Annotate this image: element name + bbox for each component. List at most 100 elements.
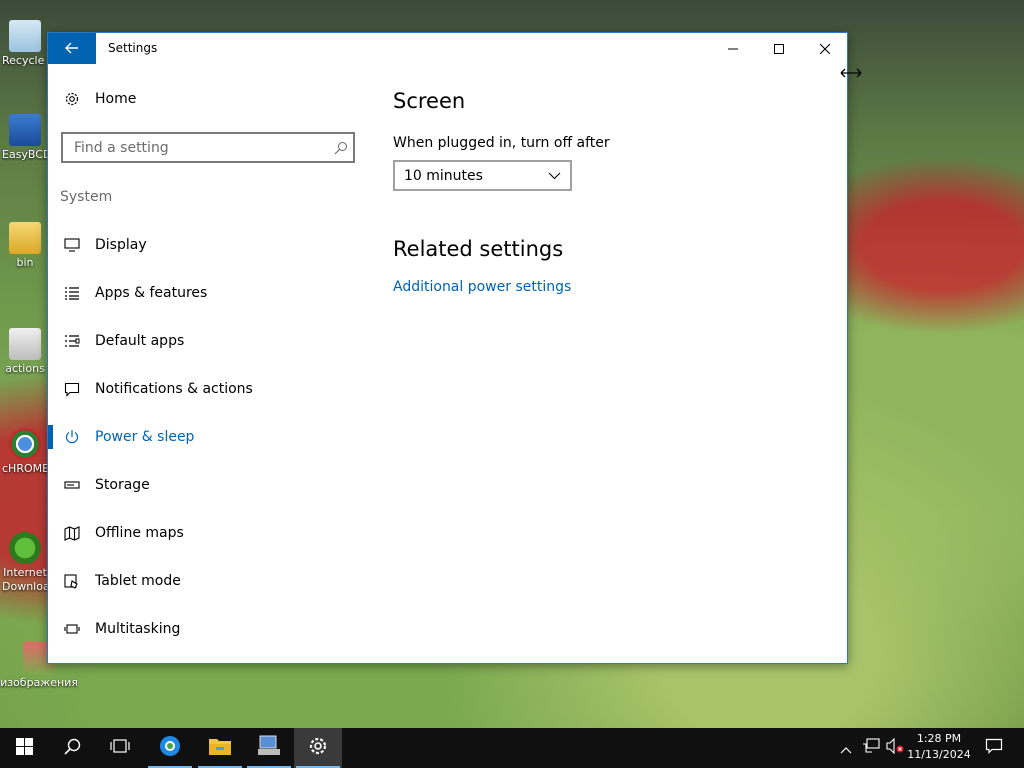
power-icon	[62, 429, 82, 445]
maximize-icon	[774, 39, 784, 58]
sidebar-item-tablet-mode[interactable]: Tablet mode	[48, 557, 368, 605]
home-label: Home	[95, 91, 137, 107]
sidebar-item-multitasking[interactable]: Multitasking	[48, 605, 368, 653]
chrome-icon	[9, 428, 41, 460]
folder-icon	[9, 222, 41, 254]
minimize-button[interactable]	[710, 33, 756, 64]
sidebar-item-label: Storage	[95, 477, 150, 493]
desktop-icon-actions[interactable]: actions	[2, 328, 48, 375]
plugged-in-label: When plugged in, turn off after	[393, 135, 610, 151]
maximize-button[interactable]	[756, 33, 802, 64]
desktop-icon-label: EasyBCD	[2, 148, 48, 161]
network-tray-button[interactable]	[859, 728, 883, 768]
gear-icon	[62, 91, 82, 107]
desktop-icon-label: изображения	[0, 676, 78, 689]
sidebar-item-label: Apps & features	[95, 285, 208, 301]
sidebar-item-default-apps[interactable]: Default apps	[48, 317, 368, 365]
dropdown-value: 10 minutes	[404, 167, 483, 184]
close-button[interactable]	[802, 33, 848, 64]
default-apps-icon	[62, 334, 82, 348]
section-label-system: System	[60, 189, 113, 205]
folder-icon	[208, 736, 232, 760]
search-input[interactable]	[72, 138, 329, 157]
chevron-down-icon	[548, 168, 561, 184]
recycle-bin-icon	[9, 20, 41, 52]
sidebar-item-notifications[interactable]: Notifications & actions	[48, 365, 368, 413]
multitasking-icon	[62, 623, 82, 635]
sidebar-item-label: Multitasking	[95, 621, 181, 637]
clock-date: 11/13/2024	[907, 748, 971, 761]
desktop-icon-label: Internet Download	[2, 566, 48, 593]
desktop-icon-label: actions	[5, 362, 45, 375]
section-heading-related: Related settings	[393, 237, 564, 261]
arrow-left-icon	[65, 39, 79, 58]
search-icon	[63, 738, 81, 759]
taskbar-clock[interactable]: 1:28 PM 11/13/2024	[905, 731, 973, 763]
volume-tray-button[interactable]	[884, 728, 906, 768]
computer-icon	[9, 114, 41, 146]
sidebar-item-label: Power & sleep	[95, 429, 195, 445]
sidebar-item-display[interactable]: Display	[48, 221, 368, 269]
action-center-button[interactable]	[976, 728, 1012, 768]
volume-muted-icon	[886, 737, 904, 758]
desktop-icon-easybcd[interactable]: EasyBCD	[2, 114, 48, 161]
desktop-icon-recycle-bin[interactable]: Recycle Bin	[2, 20, 48, 67]
sidebar-item-label: Notifications & actions	[95, 381, 253, 397]
task-view-button[interactable]	[96, 728, 144, 768]
clock-time: 1:28 PM	[916, 732, 962, 745]
back-button[interactable]	[48, 33, 96, 64]
computer-icon	[257, 735, 281, 761]
taskbar-app-settings[interactable]	[294, 728, 342, 768]
chevron-up-icon	[840, 739, 852, 758]
map-icon	[62, 525, 82, 541]
sidebar-item-label: Default apps	[95, 333, 185, 349]
gear-icon	[308, 736, 328, 760]
resize-cursor-icon	[840, 64, 862, 83]
gear-file-icon	[9, 328, 41, 360]
section-heading-screen: Screen	[393, 89, 466, 113]
sidebar-item-storage[interactable]: Storage	[48, 461, 368, 509]
system-nav-list: Display Apps & features Default apps Not…	[48, 221, 368, 653]
search-icon[interactable]	[329, 141, 353, 155]
list-icon	[62, 286, 82, 300]
monitor-icon	[62, 238, 82, 252]
sidebar-item-label: Tablet mode	[95, 573, 181, 589]
close-icon	[819, 39, 831, 58]
notification-icon	[985, 738, 1003, 758]
additional-power-settings-link[interactable]: Additional power settings	[393, 279, 571, 295]
sidebar-item-label: Offline maps	[95, 525, 184, 541]
sidebar-item-power-sleep[interactable]: Power & sleep	[48, 413, 368, 461]
notification-icon	[62, 382, 82, 397]
taskbar: 1:28 PM 11/13/2024	[0, 728, 1024, 768]
desktop-icon-chrome[interactable]: cHROME	[2, 428, 48, 475]
desktop-icon-label: Recycle Bin	[2, 54, 48, 67]
home-nav-item[interactable]: Home	[62, 91, 136, 107]
download-manager-icon	[9, 532, 41, 564]
start-button[interactable]	[0, 728, 48, 768]
taskbar-app-file-explorer[interactable]	[196, 728, 244, 768]
taskbar-app-computer[interactable]	[245, 728, 293, 768]
sidebar-item-offline-maps[interactable]: Offline maps	[48, 509, 368, 557]
title-bar: Settings	[48, 33, 847, 64]
show-hidden-icons-button[interactable]	[836, 728, 856, 768]
desktop-icon-label: cHROME	[2, 462, 48, 475]
desktop-icon-label: bin	[16, 256, 34, 269]
window-title: Settings	[108, 41, 158, 55]
power-sleep-panel: Screen When plugged in, turn off after 1…	[393, 89, 833, 295]
browser-globe-icon	[158, 734, 182, 762]
desktop-icon-internet-download[interactable]: Internet Download	[2, 532, 48, 594]
search-taskbar-button[interactable]	[48, 728, 96, 768]
task-view-icon	[109, 738, 131, 758]
storage-icon	[62, 480, 82, 490]
desktop-icon-bin[interactable]: bin	[2, 222, 48, 269]
taskbar-app-browser[interactable]	[146, 728, 194, 768]
minimize-icon	[728, 39, 738, 58]
network-icon	[862, 738, 880, 758]
settings-window: Settings Home System Display Apps & fe	[47, 32, 848, 664]
screen-timeout-dropdown[interactable]: 10 minutes	[393, 160, 572, 191]
tablet-icon	[62, 573, 82, 589]
sidebar-item-apps-features[interactable]: Apps & features	[48, 269, 368, 317]
sidebar-item-label: Display	[95, 237, 147, 253]
search-box	[61, 132, 355, 163]
windows-logo-icon	[15, 737, 33, 759]
